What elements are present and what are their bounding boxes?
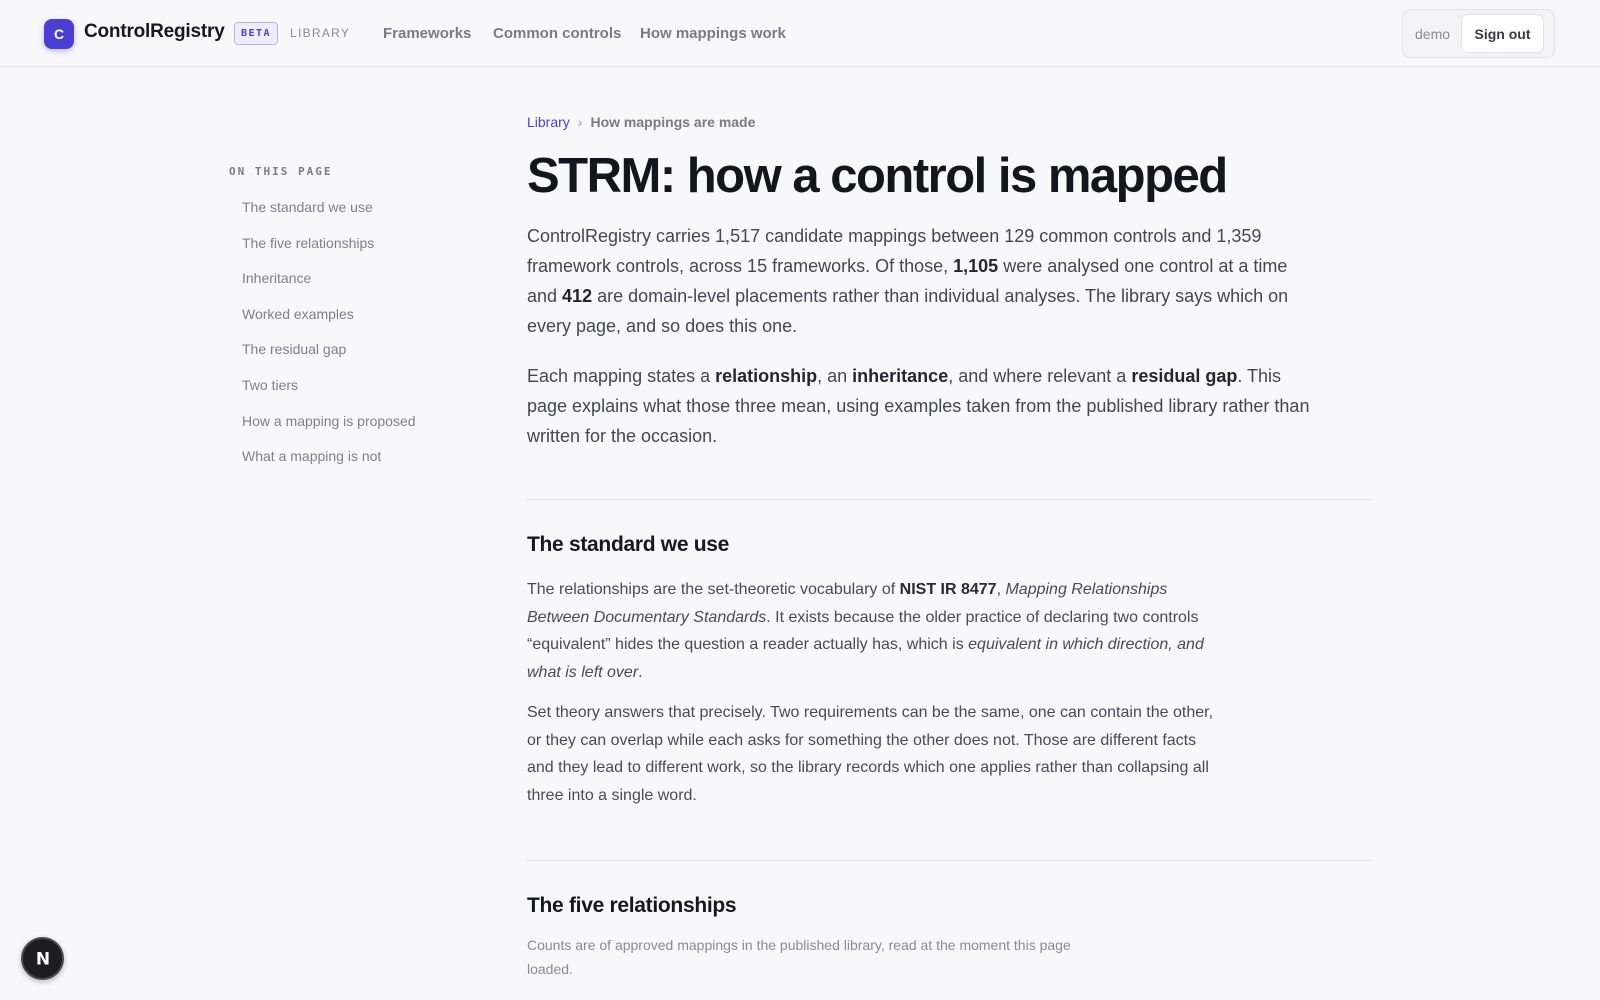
toc-item-not[interactable]: What a mapping is not [242, 446, 416, 482]
nav-common-controls[interactable]: Common controls [493, 25, 621, 42]
section-standard-paragraph-2: Set theory answers that precisely. Two r… [527, 704, 1214, 805]
breadcrumb-current: How mappings are made [590, 114, 756, 130]
section-standard-paragraph-1: The relationships are the set-theoretic … [527, 581, 1204, 682]
toc-item-standard[interactable]: The standard we use [242, 197, 416, 233]
top-bar: C ControlRegistry BETA LIBRARY Framework… [0, 0, 1600, 67]
user-box: demo Sign out [1402, 9, 1555, 58]
section-relationships-title: The five relationships [527, 894, 737, 917]
toc: The standard we use The five relationshi… [242, 197, 416, 482]
breadcrumb-chevron-icon: › [577, 114, 583, 130]
breadcrumb: Library › How mappings are made [527, 114, 755, 130]
sign-out-button[interactable]: Sign out [1461, 14, 1544, 53]
toc-item-residual-gap[interactable]: The residual gap [242, 339, 416, 375]
logo-icon[interactable]: C [44, 19, 74, 49]
toc-item-worked-examples[interactable]: Worked examples [242, 304, 416, 340]
breadcrumb-library[interactable]: Library [527, 114, 570, 130]
divider [527, 499, 1372, 500]
nav-frameworks[interactable]: Frameworks [383, 25, 471, 42]
divider [527, 860, 1372, 861]
toc-title: ON THIS PAGE [229, 165, 333, 178]
section-standard-title: The standard we use [527, 533, 730, 556]
brand-name[interactable]: ControlRegistry [84, 21, 225, 43]
user-name: demo [1415, 26, 1451, 42]
svg-text:N: N [35, 949, 49, 969]
library-tag: LIBRARY [290, 26, 351, 40]
toc-item-two-tiers[interactable]: Two tiers [242, 375, 416, 411]
n-badge-button[interactable]: N [21, 937, 64, 980]
nav-how-mappings-work[interactable]: How mappings work [640, 25, 786, 42]
intro-paragraph-2: Each mapping states a relationship, an i… [527, 366, 1310, 446]
toc-item-proposed[interactable]: How a mapping is proposed [242, 411, 416, 447]
intro-paragraph-1: ControlRegistry carries 1,517 candidate … [527, 226, 1289, 336]
n-logo-icon: N [35, 949, 49, 969]
beta-badge: BETA [234, 22, 279, 45]
toc-item-five-relationships[interactable]: The five relationships [242, 233, 416, 269]
section-relationships-note: Counts are of approved mappings in the p… [527, 937, 1071, 977]
page-title: STRM: how a control is mapped [527, 149, 1228, 203]
toc-item-inheritance[interactable]: Inheritance [242, 268, 416, 304]
